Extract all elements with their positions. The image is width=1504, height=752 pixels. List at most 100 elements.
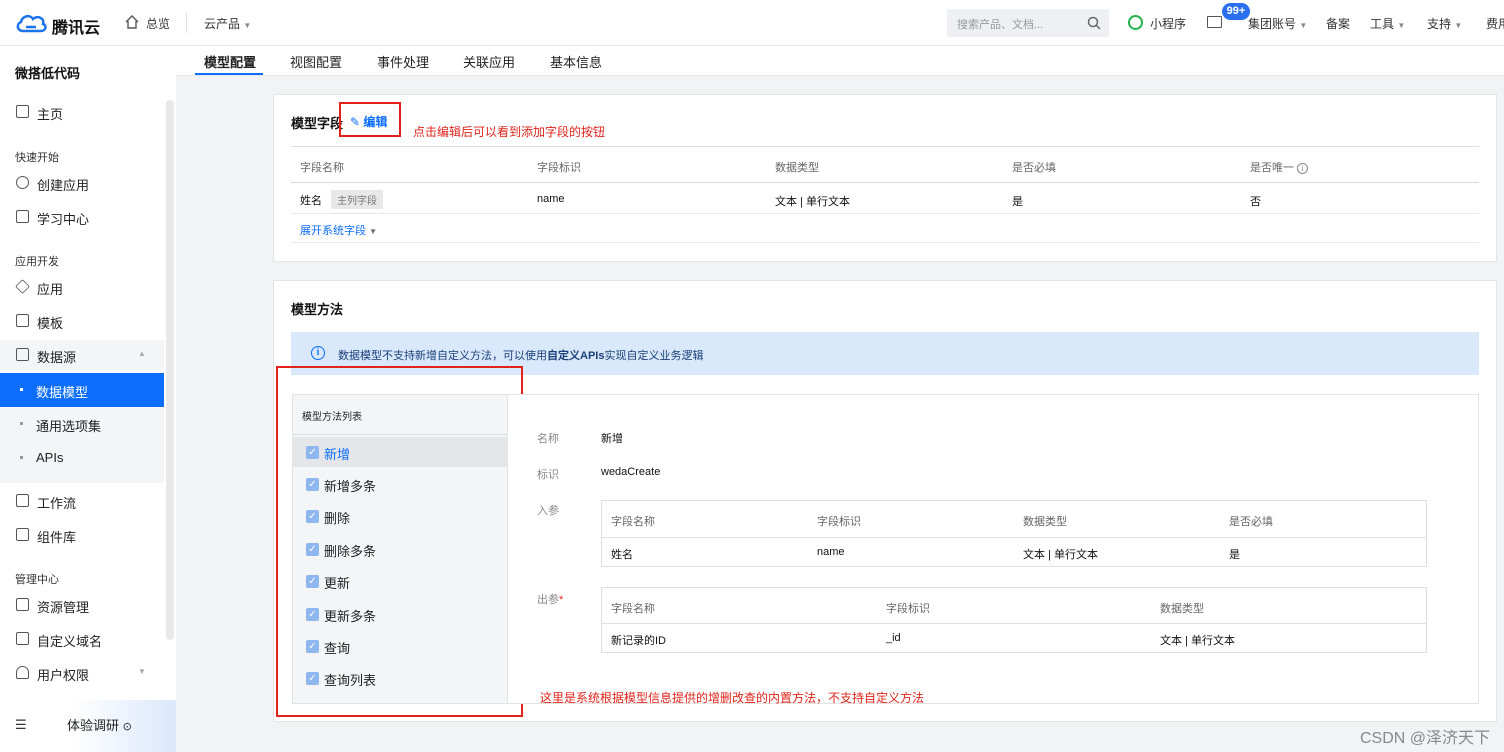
- arrow-right-circle-icon: ⊙: [122, 721, 132, 733]
- edit-label: 编辑: [363, 115, 388, 129]
- sidebar-item-learning[interactable]: 学习中心: [0, 202, 164, 232]
- sidebar-item-permissions[interactable]: 用户权限 ▼: [0, 658, 164, 688]
- mini-program-link[interactable]: 小程序: [1150, 15, 1186, 32]
- field-required-cell: 是: [1012, 196, 1023, 208]
- sidebar-item-create-app[interactable]: 创建应用: [0, 168, 164, 198]
- input-col-name: 字段名称: [611, 516, 655, 528]
- field-type-cell: 文本 | 单行文本: [775, 196, 850, 208]
- tab-model-config[interactable]: 模型配置: [204, 52, 256, 71]
- bullet: [20, 422, 23, 425]
- chevron-down-icon: ▼: [1397, 21, 1406, 30]
- sidebar-item-options[interactable]: 通用选项集: [0, 407, 164, 441]
- filing-link[interactable]: 备案: [1326, 15, 1350, 32]
- model-fields-title: 模型字段: [291, 116, 344, 131]
- sidebar-item-workflow[interactable]: 工作流: [0, 486, 164, 516]
- chevron-down-icon: ▼: [1454, 21, 1463, 30]
- sidebar-item-datasource[interactable]: 数据源 ▲: [0, 340, 164, 370]
- group-account-label: 集团账号: [1248, 17, 1297, 31]
- sidebar-item-templates[interactable]: 模板: [0, 306, 164, 336]
- mail-icon[interactable]: [1207, 16, 1222, 28]
- search-placeholder: 搜索产品、文档...: [957, 19, 1044, 31]
- output-cell-key: _id: [886, 632, 901, 644]
- products-menu[interactable]: 云产品 ▼: [204, 15, 251, 32]
- input-cell-key: name: [817, 546, 845, 558]
- input-col-key: 字段标识: [817, 516, 861, 528]
- sidebar-title: 微搭低代码: [15, 66, 81, 81]
- tools-menu[interactable]: 工具 ▼: [1370, 15, 1405, 32]
- output-col-key: 字段标识: [886, 603, 930, 615]
- tab-related-apps[interactable]: 关联应用: [463, 52, 515, 71]
- chevron-down-icon: ▼: [138, 667, 146, 676]
- col-header-key: 字段标识: [537, 162, 581, 174]
- overview-link[interactable]: 总览: [146, 15, 170, 32]
- output-col-name: 字段名称: [611, 603, 655, 615]
- chevron-up-icon: ▲: [138, 349, 146, 358]
- tencent-cloud-logo-icon: [16, 14, 47, 33]
- tab-bar: [176, 46, 1504, 76]
- model-methods-title: 模型方法: [291, 302, 344, 317]
- brand-name[interactable]: 腾讯云: [52, 14, 100, 38]
- info-icon[interactable]: i: [1297, 163, 1309, 174]
- output-cell-type: 文本 | 单行文本: [1160, 635, 1235, 647]
- resource-icon: [16, 598, 29, 611]
- tab-view-config[interactable]: 视图配置: [290, 52, 342, 71]
- user-icon: [16, 666, 29, 679]
- sidebar-item-data-model[interactable]: 数据模型: [0, 373, 164, 407]
- sidebar-item-components[interactable]: 组件库: [0, 520, 164, 550]
- edit-annotation: 点击编辑后可以看到添加字段的按钮: [413, 125, 606, 139]
- custom-apis-link[interactable]: 自定义APIs: [547, 350, 604, 362]
- pencil-icon: ✎: [350, 115, 361, 129]
- sidebar-item-label: 自定义域名: [37, 634, 103, 649]
- collapse-sidebar-icon[interactable]: ☰: [15, 717, 27, 733]
- sidebar-item-label: 数据模型: [36, 385, 89, 400]
- sidebar-item-resources[interactable]: 资源管理: [0, 590, 164, 620]
- col-header-required: 是否必填: [1012, 162, 1056, 174]
- mini-program-icon[interactable]: [1128, 15, 1143, 30]
- table-header-border: [291, 182, 1479, 183]
- grid-icon: [16, 105, 29, 118]
- chevron-down-icon: ▼: [369, 227, 377, 236]
- output-table-header-border: [602, 623, 1426, 624]
- info-text-tail: 实现自定义业务逻辑: [604, 350, 704, 362]
- layers-icon: [15, 279, 30, 294]
- output-col-type: 数据类型: [1160, 603, 1204, 615]
- tab-basic-info[interactable]: 基本信息: [550, 52, 602, 71]
- bullet: [20, 388, 23, 391]
- input-table-header-border: [602, 537, 1426, 538]
- sidebar-item-label: 组件库: [37, 530, 77, 545]
- edit-button[interactable]: ✎ 编辑: [350, 113, 387, 130]
- input-params-label: 入参: [537, 505, 559, 517]
- sidebar-item-label: 工作流: [37, 496, 77, 511]
- sidebar-item-label: 通用选项集: [36, 419, 102, 434]
- expand-label: 展开系统字段: [300, 225, 366, 237]
- tab-event-handling[interactable]: 事件处理: [377, 52, 429, 71]
- expand-system-fields-link[interactable]: 展开系统字段 ▼: [300, 222, 377, 238]
- fees-link[interactable]: 费用: [1486, 15, 1504, 32]
- sidebar-scrollbar[interactable]: [166, 100, 174, 640]
- input-cell-required: 是: [1229, 549, 1240, 561]
- input-params-table: [601, 500, 1427, 567]
- sidebar-item-apis[interactable]: APIs: [0, 441, 164, 483]
- sidebar-item-label: 主页: [37, 107, 64, 122]
- group-account-menu[interactable]: 集团账号 ▼: [1248, 15, 1307, 32]
- id-label: 标识: [537, 469, 559, 481]
- search-icon[interactable]: [1087, 16, 1101, 30]
- book-icon: [16, 210, 29, 223]
- search-input[interactable]: 搜索产品、文档...: [947, 9, 1109, 37]
- section-admin: 管理中心: [15, 574, 59, 586]
- section-dev: 应用开发: [15, 256, 59, 268]
- col-header-type: 数据类型: [775, 162, 819, 174]
- output-params-label: 出参*: [537, 591, 563, 607]
- sidebar-item-domains[interactable]: 自定义域名: [0, 624, 164, 654]
- sidebar-item-label: APIs: [36, 450, 64, 465]
- survey-link[interactable]: 体验调研 ⊙: [67, 715, 132, 734]
- primary-field-tag: 主列字段: [331, 190, 383, 209]
- name-value: 新增: [601, 433, 623, 445]
- sidebar-item-apps[interactable]: 应用: [0, 272, 164, 302]
- sidebar-item-home[interactable]: 主页: [0, 97, 164, 127]
- support-menu[interactable]: 支持 ▼: [1427, 15, 1462, 32]
- home-icon[interactable]: [124, 14, 140, 30]
- watermark: CSDN @泽济天下: [1359, 730, 1490, 747]
- database-icon: [16, 348, 29, 361]
- input-col-required: 是否必填: [1229, 516, 1273, 528]
